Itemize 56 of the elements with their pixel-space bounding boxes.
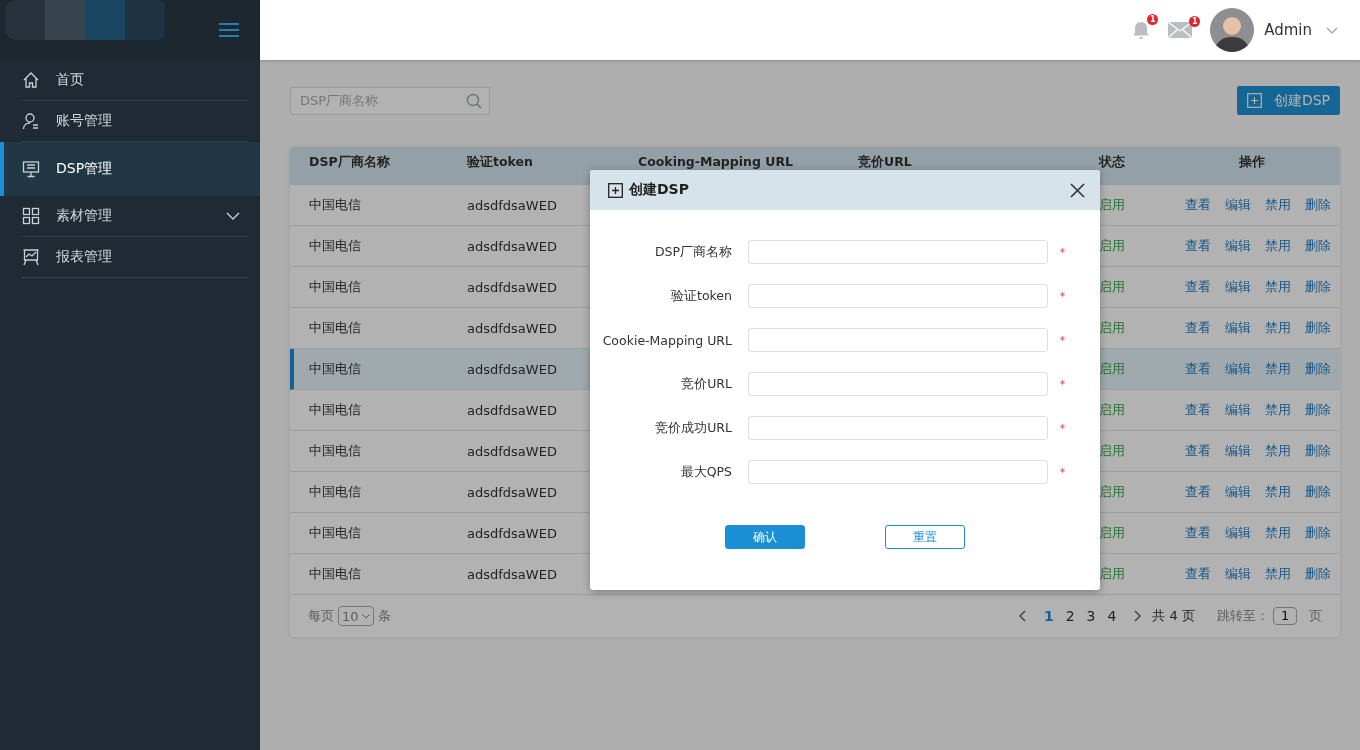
table-cell-text: 中国电信	[309, 442, 362, 460]
table-cell-text: adsdfdsaWED	[467, 525, 558, 541]
field-label: 竞价成功URL	[654, 419, 732, 437]
table-cell-text: 中国电信	[309, 196, 362, 214]
table-cell-text: adsdfdsaWED	[467, 402, 558, 418]
status-text: 启用	[1099, 237, 1126, 255]
field-label: Cookie-Mapping URL	[601, 332, 732, 348]
status-text: 启用	[1099, 442, 1126, 460]
notification-badge: 1	[1147, 14, 1159, 25]
table-cell-text: adsdfdsaWED	[467, 197, 558, 213]
required-mark: *	[1060, 246, 1065, 258]
column-header: 竞价URL	[858, 155, 913, 169]
per-page-unit: 条	[377, 607, 391, 625]
table-cell-text: adsdfdsaWED	[467, 484, 558, 500]
status-text: 启用	[1099, 278, 1126, 296]
table-cell-text: 中国电信	[309, 319, 362, 337]
table-cell-text: 中国电信	[309, 524, 362, 542]
table-cell-text: adsdfdsaWED	[467, 320, 558, 336]
status-text: 启用	[1099, 524, 1126, 542]
jump-label: 跳转至：	[1217, 607, 1269, 625]
jump-unit: 页	[1309, 607, 1322, 625]
field-label: 验证token	[670, 287, 732, 305]
table-cell-text: adsdfdsaWED	[467, 238, 558, 254]
required-mark: *	[1060, 422, 1065, 434]
field-label: DSP厂商名称	[653, 243, 732, 261]
status-text: 启用	[1099, 565, 1126, 583]
status-text: 启用	[1099, 196, 1126, 214]
per-page-label: 每页	[308, 607, 334, 625]
table-cell-text: 中国电信	[309, 483, 362, 501]
column-header: Cooking-Mapping URL	[638, 155, 794, 169]
table-cell-text: adsdfdsaWED	[467, 566, 558, 582]
required-mark: *	[1060, 334, 1065, 346]
table-cell-text: 中国电信	[309, 237, 362, 255]
table-cell-text: adsdfdsaWED	[467, 361, 558, 377]
field-label: 最大QPS	[679, 463, 732, 481]
page-total: 共 4 页	[1152, 607, 1195, 625]
table-cell-text: adsdfdsaWED	[467, 443, 558, 459]
required-mark: *	[1060, 290, 1065, 302]
column-header: 状态	[1099, 155, 1126, 169]
table-cell-text: 中国电信	[309, 401, 362, 419]
dialog-title: 创建DSP	[629, 181, 689, 199]
status-text: 启用	[1099, 483, 1126, 501]
message-badge: 1	[1189, 16, 1201, 27]
column-header: 操作	[1239, 155, 1265, 169]
required-mark: *	[1060, 466, 1065, 478]
status-text: 启用	[1099, 360, 1126, 378]
status-text: 启用	[1099, 401, 1126, 419]
field-label: 竞价URL	[680, 375, 732, 393]
table-cell-text: 中国电信	[309, 360, 362, 378]
table-cell-text: 中国电信	[309, 278, 362, 296]
column-header: DSP厂商名称	[309, 155, 391, 169]
required-mark: *	[1060, 378, 1065, 390]
column-header: 验证token	[467, 155, 534, 169]
status-text: 启用	[1099, 319, 1126, 337]
table-cell-text: adsdfdsaWED	[467, 279, 558, 295]
table-cell-text: 中国电信	[309, 565, 362, 583]
